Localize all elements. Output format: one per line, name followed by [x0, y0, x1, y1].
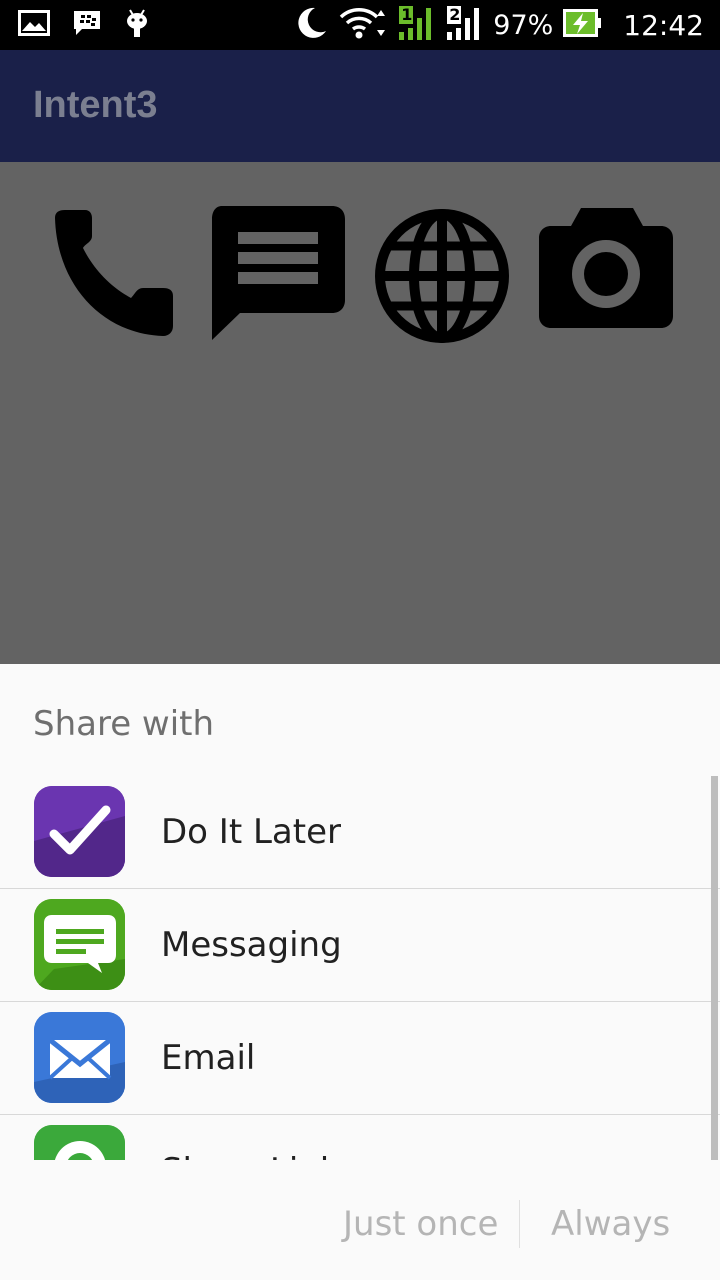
share-sheet: Share with Do It Later Messaging Email J… — [0, 664, 720, 1280]
message-icon[interactable] — [208, 206, 348, 346]
gallery-icon — [18, 9, 50, 41]
signal-icon: 2 — [445, 4, 483, 47]
wifi-icon — [339, 5, 387, 46]
list-item-messaging[interactable]: Messaging — [0, 889, 720, 1002]
app-label: Messaging — [161, 925, 342, 965]
sim1-label: 1 — [401, 4, 413, 24]
status-bar: 1 2 97% 12:42 — [0, 0, 720, 50]
share-sheet-title: Share with — [33, 704, 215, 744]
camera-icon[interactable] — [537, 206, 677, 346]
scrollbar-thumb[interactable] — [711, 776, 718, 1160]
app-bar: Intent3 — [0, 50, 720, 162]
just-once-button[interactable]: Just once — [343, 1204, 498, 1244]
app-label: Share Link — [161, 1151, 340, 1160]
list-item-share-link[interactable]: Share Link — [0, 1115, 720, 1160]
button-divider — [519, 1200, 520, 1248]
blackberry-icon — [72, 9, 102, 42]
app-label: Email — [161, 1038, 256, 1078]
sim2-label: 2 — [449, 4, 461, 24]
signal-icon: 1 — [397, 4, 435, 47]
app-label: Do It Later — [161, 812, 341, 852]
list-item-email[interactable]: Email — [0, 1002, 720, 1115]
clock: 12:42 — [623, 8, 704, 42]
always-button[interactable]: Always — [551, 1204, 670, 1244]
list-item-do-it-later[interactable]: Do It Later — [0, 776, 720, 889]
moon-icon — [293, 5, 329, 46]
battery-percent: 97% — [493, 9, 554, 41]
dimmed-content[interactable] — [0, 162, 720, 664]
scrollbar[interactable] — [710, 776, 720, 1160]
email-app-icon — [34, 1012, 125, 1103]
share-link-app-icon — [34, 1125, 125, 1160]
share-app-list: Do It Later Messaging Email Share Link — [0, 776, 720, 1160]
do-it-later-icon — [34, 786, 125, 877]
messaging-app-icon — [34, 899, 125, 990]
android-debug-icon — [124, 7, 150, 44]
phone-icon[interactable] — [45, 206, 185, 346]
app-title: Intent3 — [33, 84, 158, 126]
globe-icon[interactable] — [372, 206, 512, 346]
battery-charging-icon — [563, 8, 603, 42]
